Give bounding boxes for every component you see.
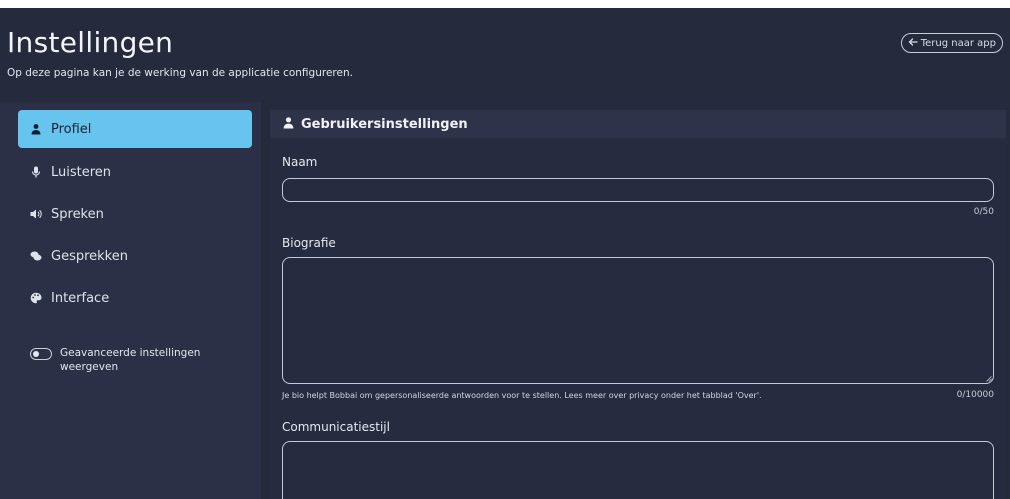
- sidebar-item-spreken[interactable]: Spreken: [18, 195, 252, 233]
- back-button-label: Terug naar app: [920, 37, 996, 49]
- advanced-settings-label: Geavanceerde instellingen weergeven: [60, 347, 201, 373]
- name-label: Naam: [282, 155, 318, 169]
- top-strip: [0, 0, 1010, 8]
- name-input[interactable]: [282, 178, 994, 202]
- sidebar-item-label: Interface: [51, 290, 110, 306]
- page-title: Instellingen: [7, 26, 174, 59]
- page-subtitle: Op deze pagina kan je de werking van de …: [7, 67, 353, 79]
- sidebar-item-gesprekken[interactable]: Gesprekken: [18, 237, 252, 275]
- communication-style-label: Communicatiestijl: [282, 420, 390, 434]
- sidebar-item-luisteren[interactable]: Luisteren: [18, 153, 252, 191]
- microphone-icon: [30, 166, 42, 178]
- back-to-app-button[interactable]: Terug naar app: [900, 33, 1003, 53]
- user-icon: [282, 116, 301, 133]
- advanced-settings-toggle: Geavanceerde instellingen weergeven: [30, 346, 210, 374]
- speaker-icon: [30, 208, 42, 220]
- arrow-left-icon: [908, 37, 918, 50]
- bio-char-counter: 0/10000: [956, 390, 994, 400]
- chat-bubbles-icon: [30, 250, 42, 262]
- user-icon: [30, 123, 42, 135]
- settings-sidebar: Profiel Luisteren Spreken Gesprekken Int…: [0, 102, 261, 499]
- switch-knob: [33, 351, 39, 357]
- resize-grip-icon[interactable]: [986, 376, 992, 382]
- bio-hint: Je bio helpt Bobbai om gepersonaliseerde…: [282, 391, 762, 400]
- sidebar-item-profiel[interactable]: Profiel: [18, 110, 252, 148]
- bio-textarea[interactable]: [282, 257, 994, 384]
- palette-icon: [30, 292, 42, 304]
- name-char-counter: 0/50: [973, 207, 994, 217]
- panel-header: Gebruikersinstellingen: [270, 110, 1006, 138]
- advanced-settings-switch[interactable]: [30, 348, 52, 360]
- user-settings-panel: Gebruikersinstellingen Naam 0/50 Biograf…: [270, 110, 1006, 499]
- bio-label: Biografie: [282, 236, 336, 250]
- sidebar-item-interface[interactable]: Interface: [18, 279, 252, 317]
- sidebar-item-label: Luisteren: [51, 164, 112, 180]
- communication-style-textarea[interactable]: [282, 441, 994, 499]
- sidebar-item-label: Spreken: [51, 206, 104, 222]
- sidebar-item-label: Gesprekken: [51, 248, 128, 264]
- panel-title: Gebruikersinstellingen: [301, 116, 468, 132]
- sidebar-item-label: Profiel: [51, 121, 92, 137]
